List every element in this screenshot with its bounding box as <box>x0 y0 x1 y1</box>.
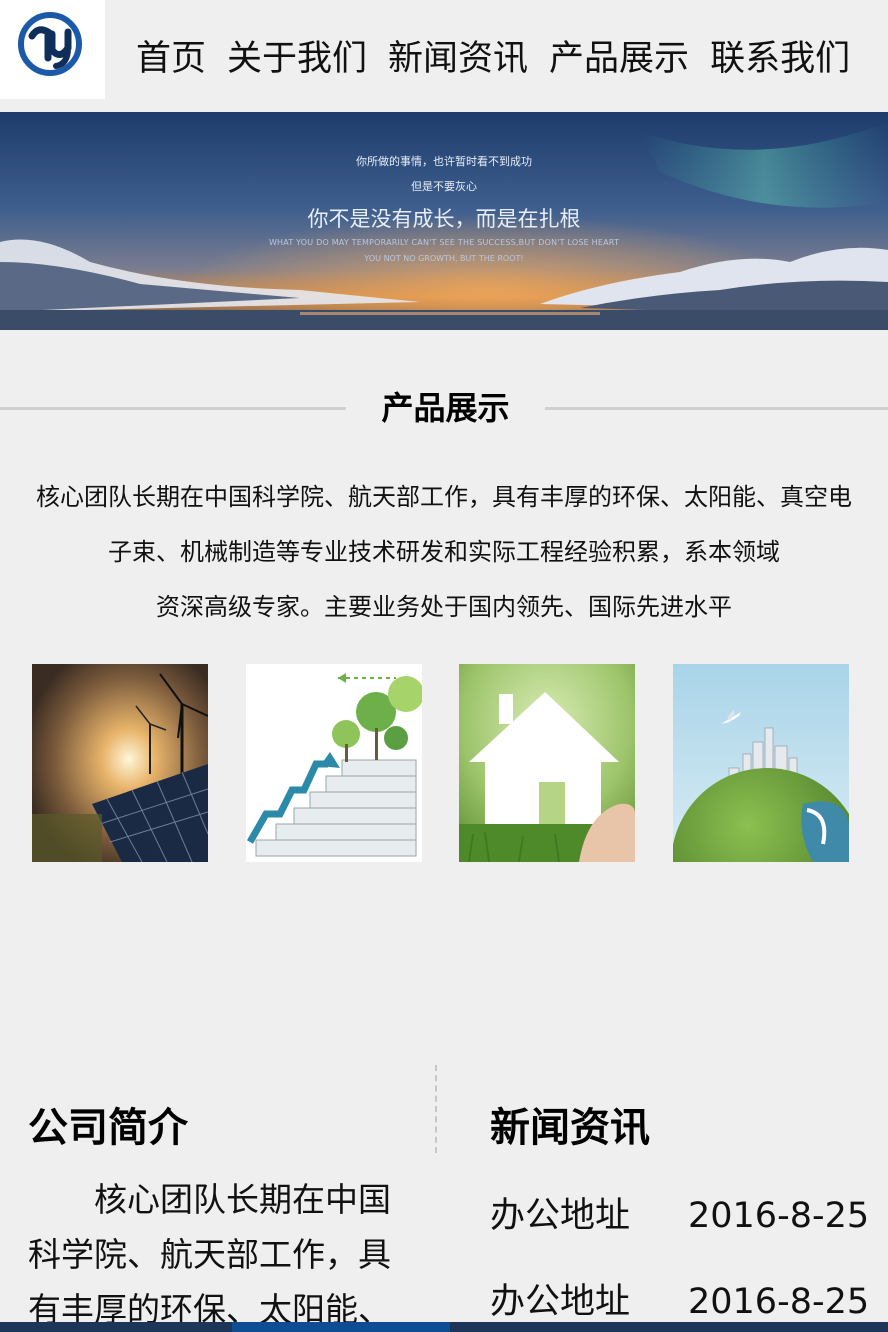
nav-contact[interactable]: 联系我们 <box>710 36 850 82</box>
solar-panel-wind-image <box>32 664 208 862</box>
news-item-label[interactable]: 办公地址 <box>490 1282 630 1322</box>
main-nav: 首页 关于我们 新闻资讯 产品展示 联系我们 <box>136 36 850 82</box>
news-item[interactable]: 办公地址 2016-8-25 <box>490 1278 870 1326</box>
site-header: 首页 关于我们 新闻资讯 产品展示 联系我们 <box>0 0 888 112</box>
logo[interactable] <box>0 0 105 99</box>
nav-home[interactable]: 首页 <box>136 36 206 82</box>
banner-english-1: WHAT YOU DO MAY TEMPORARILY CAN'T SEE TH… <box>268 238 620 247</box>
product-gallery <box>32 664 862 862</box>
news-item-date: 2016-8-25 <box>688 1282 870 1322</box>
nav-products[interactable]: 产品展示 <box>549 36 689 82</box>
products-intro: 核心团队长期在中国科学院、航天部工作，具有丰厚的环保、太阳能、真空电 子束、机械… <box>0 470 888 635</box>
intro-line: 资深高级专家。主要业务处于国内领先、国际先进水平 <box>156 593 732 621</box>
green-globe-city-image <box>673 664 849 862</box>
news-item-label[interactable]: 办公地址 <box>490 1196 630 1236</box>
product-item[interactable] <box>32 664 208 862</box>
banner-headline: 你不是没有成长，而是在扎根 <box>307 207 581 231</box>
about-line: 核心团队长期在中国 <box>28 1180 391 1219</box>
banner-line-1: 你所做的事情，也许暂时看不到成功 <box>356 155 532 168</box>
news-title: 新闻资讯 <box>490 1105 650 1151</box>
banner-line-2: 但是不要灰心 <box>411 180 477 193</box>
products-section-title: 产品展示 <box>0 388 888 428</box>
bottom-bar-highlight <box>232 1322 450 1332</box>
bottom-bar <box>0 1322 888 1332</box>
hero-banner[interactable]: 你所做的事情，也许暂时看不到成功 但是不要灰心 你不是没有成长，而是在扎根 WH… <box>0 112 888 330</box>
title-divider-left <box>0 407 346 410</box>
green-stairs-growth-image <box>246 664 422 862</box>
news-item-date: 2016-8-25 <box>688 1196 870 1236</box>
product-item[interactable] <box>459 664 635 862</box>
product-item[interactable] <box>246 664 422 862</box>
about-line: 科学院、航天部工作，具 <box>28 1235 391 1274</box>
paper-house-grass-image <box>459 664 635 862</box>
banner-english-2: YOU NOT NO GROWTH, BUT THE ROOT! <box>364 254 524 263</box>
products-title: 产品展示 <box>381 389 510 427</box>
about-text: 核心团队长期在中国 科学院、航天部工作，具 有丰厚的环保、太阳能、 <box>28 1172 428 1332</box>
hy-logo-icon <box>18 12 82 76</box>
nav-about[interactable]: 关于我们 <box>227 36 367 82</box>
product-item[interactable] <box>673 664 849 862</box>
title-divider-right <box>545 407 888 410</box>
column-divider <box>435 1065 437 1153</box>
intro-line: 子束、机械制造等专业技术研发和实际工程经验积累，系本领域 <box>108 538 780 566</box>
nav-news[interactable]: 新闻资讯 <box>388 36 528 82</box>
intro-line: 核心团队长期在中国科学院、航天部工作，具有丰厚的环保、太阳能、真空电 <box>36 483 852 511</box>
news-item[interactable]: 办公地址 2016-8-25 <box>490 1192 870 1240</box>
about-title: 公司简介 <box>28 1105 188 1151</box>
